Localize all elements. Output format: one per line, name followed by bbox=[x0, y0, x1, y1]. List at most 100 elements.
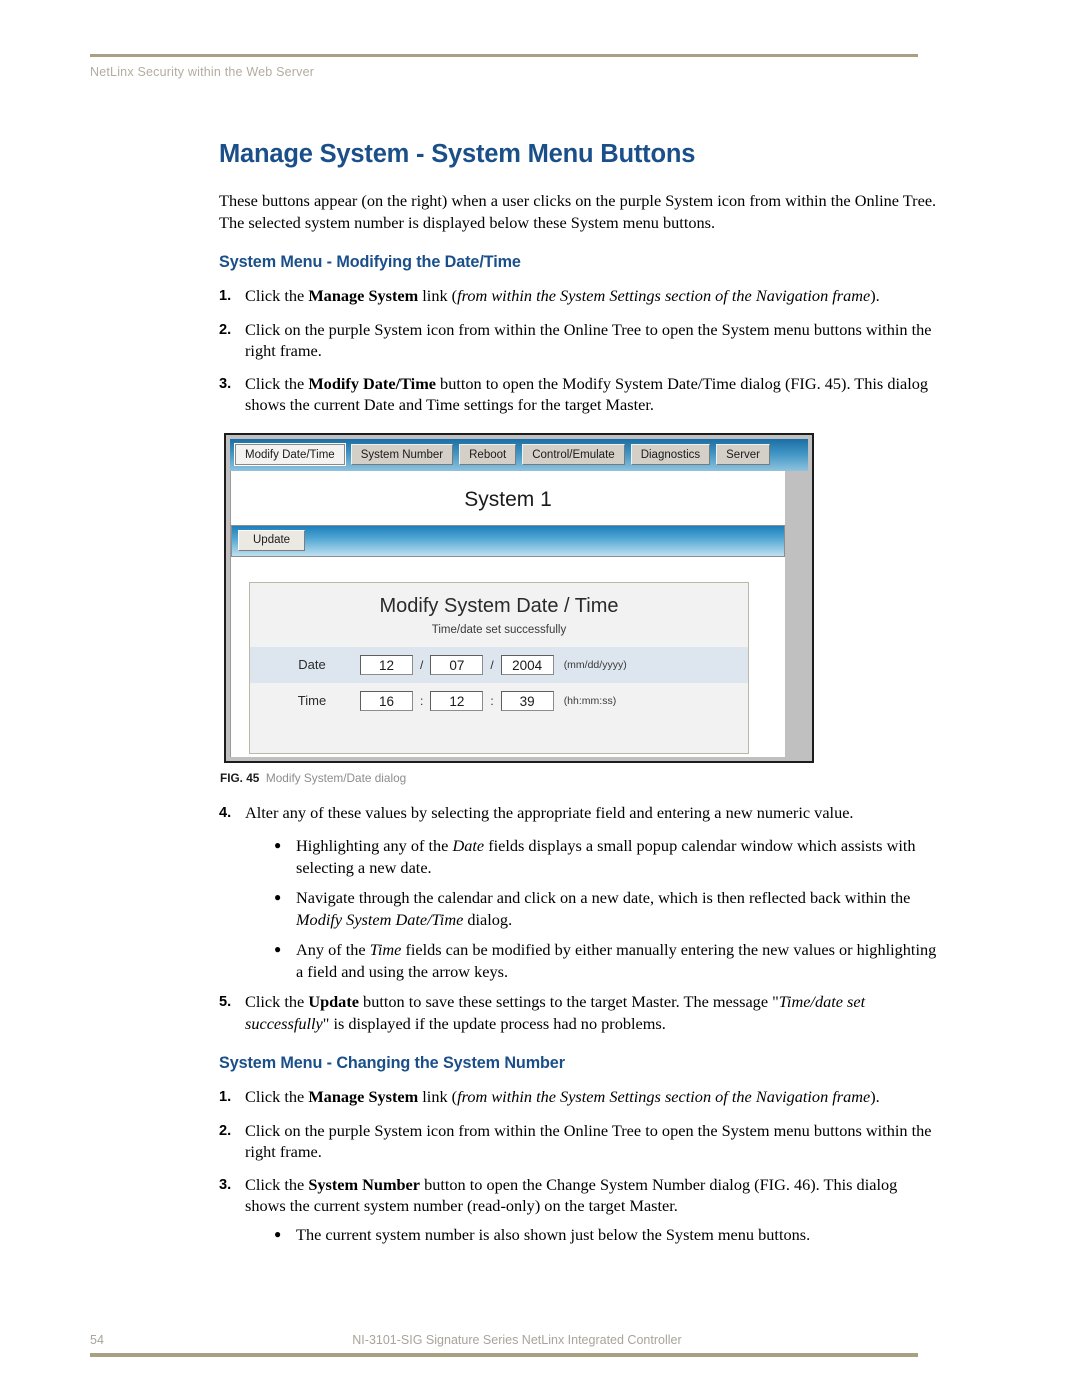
step-number: 2. bbox=[219, 1122, 232, 1139]
step-text-bold: Update bbox=[308, 992, 359, 1011]
step-item: 1. Click the Manage System link (from wi… bbox=[219, 1086, 941, 1109]
date-format-hint: (mm/dd/yyyy) bbox=[563, 658, 627, 671]
step-item: 5. Click the Update button to save these… bbox=[219, 991, 941, 1034]
dialog-status-message: Time/date set successfully bbox=[431, 623, 567, 636]
figure-caption-label: FIG. 45 bbox=[220, 770, 260, 785]
step-text: Click the Manage System link (from withi… bbox=[245, 1086, 941, 1109]
step-text-mid: button to save these settings to the tar… bbox=[358, 992, 779, 1011]
date-month-input[interactable]: 12 bbox=[360, 654, 413, 675]
step-text-before: Click the bbox=[245, 286, 309, 305]
bullet-text-italic: Modify System Date/Time bbox=[296, 909, 464, 929]
step-text: Alter any of these values by selecting t… bbox=[245, 802, 854, 822]
bullet-item: ● The current system number is also show… bbox=[219, 1224, 941, 1246]
step-text: Click the System Number button to open t… bbox=[245, 1174, 941, 1217]
step-text-mid: link ( bbox=[418, 286, 458, 305]
screenshot-frame: Modify Date/Time System Number Reboot Co… bbox=[224, 432, 814, 763]
step-item: 1. Click the Manage System link (from wi… bbox=[219, 285, 941, 308]
bullet-text: The current system number is also shown … bbox=[296, 1224, 811, 1244]
running-head: NetLinx Security within the Web Server bbox=[90, 65, 315, 79]
step-number: 1. bbox=[219, 288, 232, 304]
step-item: 2. Click on the purple System icon from … bbox=[219, 319, 941, 362]
bullet-text-italic: Date bbox=[452, 836, 485, 855]
step-number: 3. bbox=[219, 1176, 232, 1193]
update-button[interactable]: Update bbox=[238, 530, 306, 551]
tab-modify-date-time[interactable]: Modify Date/Time bbox=[235, 444, 345, 465]
bullet-marker: ● bbox=[274, 890, 282, 904]
bullet-text-italic: Time bbox=[369, 940, 402, 959]
step-text-bold: System Number bbox=[308, 1174, 421, 1194]
intro-paragraph: These buttons appear (on the right) when… bbox=[219, 191, 937, 232]
bullet-text-before: Navigate through the calendar and click … bbox=[296, 888, 911, 907]
tab-control-emulate[interactable]: Control/Emulate bbox=[522, 444, 625, 465]
page-header: NetLinx Security within the Web Server bbox=[90, 54, 990, 79]
page-content: Manage System - System Menu Buttons Thes… bbox=[219, 140, 941, 1254]
dialog-spacer bbox=[250, 719, 748, 753]
step-item: 2. Click on the purple System icon from … bbox=[219, 1120, 941, 1163]
figure-caption-text: Modify System/Date dialog bbox=[265, 770, 407, 785]
tab-system-number[interactable]: System Number bbox=[350, 444, 454, 465]
footer-divider bbox=[90, 1353, 918, 1357]
date-day-input[interactable]: 07 bbox=[430, 654, 484, 675]
figure-caption: FIG. 45 Modify System/Date dialog bbox=[220, 771, 941, 785]
bullet-item: ● Navigate through the calendar and clic… bbox=[219, 887, 941, 930]
step-text-bold: Manage System bbox=[308, 1087, 419, 1106]
step-item: 3. Click the System Number button to ope… bbox=[219, 1174, 941, 1217]
footer-row: 54 NI-3101-SIG Signature Series NetLinx … bbox=[90, 1333, 990, 1353]
step-text-italic: from within the System Settings section … bbox=[457, 1087, 871, 1106]
bullet-text: Highlighting any of the Date fields disp… bbox=[296, 835, 941, 878]
bullet-marker: ● bbox=[274, 1226, 282, 1241]
system-menu-tabbar: Modify Date/Time System Number Reboot Co… bbox=[230, 438, 808, 471]
section-heading-system-number: System Menu - Changing the System Number bbox=[219, 1054, 565, 1072]
bullet-text-after: dialog. bbox=[463, 909, 513, 929]
date-label: Date bbox=[298, 657, 326, 672]
date-row: Date 12 / 07 / 2004 (mm/dd/yyyy) bbox=[250, 646, 748, 683]
step-text-after: ). bbox=[870, 1087, 880, 1106]
footer-document-title: NI-3101-SIG Signature Series NetLinx Int… bbox=[352, 1333, 682, 1347]
bullet-text-before: Any of the bbox=[296, 940, 370, 959]
step-number: 1. bbox=[219, 1089, 232, 1105]
step-text-before: Click the bbox=[245, 373, 309, 393]
step-text-bold: Modify Date/Time bbox=[308, 373, 436, 393]
modify-date-time-dialog: Modify System Date / Time Time/date set … bbox=[249, 581, 749, 754]
step-text: Click on the purple System icon from wit… bbox=[245, 319, 932, 361]
page-title: Manage System - System Menu Buttons bbox=[219, 140, 696, 168]
dialog-title: Modify System Date / Time bbox=[379, 594, 619, 617]
time-row: Time 16 : 12 : 39 (hh:mm:ss) bbox=[250, 683, 748, 719]
time-separator: : bbox=[420, 693, 424, 708]
step-text: Click the Update button to save these se… bbox=[245, 991, 941, 1034]
step-number: 5. bbox=[219, 994, 232, 1010]
bullet-text: Navigate through the calendar and click … bbox=[296, 887, 941, 930]
tab-reboot[interactable]: Reboot bbox=[459, 444, 517, 465]
bullet-marker: ● bbox=[274, 838, 282, 852]
action-bar: Update bbox=[231, 524, 785, 557]
bullet-marker: ● bbox=[274, 942, 282, 956]
date-year-input[interactable]: 2004 bbox=[500, 654, 554, 675]
bullet-item: ● Highlighting any of the Date fields di… bbox=[219, 835, 941, 878]
step-text: Click the Modify Date/Time button to ope… bbox=[245, 373, 941, 416]
figure-45: Modify Date/Time System Number Reboot Co… bbox=[220, 432, 941, 785]
step-text-before: Click the bbox=[245, 1174, 309, 1194]
date-separator: / bbox=[490, 657, 494, 672]
step-text-before: Click the bbox=[245, 992, 309, 1011]
tab-diagnostics[interactable]: Diagnostics bbox=[630, 444, 711, 465]
step-item: 4. Alter any of these values by selectin… bbox=[219, 802, 941, 825]
step-text-before: Click the bbox=[245, 1087, 309, 1106]
step-text-after: " is displayed if the update process had… bbox=[322, 1013, 666, 1033]
step-number: 2. bbox=[219, 321, 232, 338]
time-minutes-input[interactable]: 12 bbox=[430, 690, 484, 711]
bullet-text-before: Highlighting any of the bbox=[296, 836, 453, 855]
step-text-mid: link ( bbox=[418, 1087, 458, 1106]
step-text: Click the Manage System link (from withi… bbox=[245, 285, 941, 308]
page-number: 54 bbox=[90, 1333, 104, 1347]
web-page-body: System 1 Update Modify System Date / Tim… bbox=[230, 470, 785, 757]
step-item: 3. Click the Modify Date/Time button to … bbox=[219, 373, 941, 416]
step-text: Click on the purple System icon from wit… bbox=[245, 1120, 932, 1162]
time-seconds-input[interactable]: 39 bbox=[500, 690, 554, 711]
time-format-hint: (hh:mm:ss) bbox=[563, 694, 617, 707]
bullet-text: Any of the Time fields can be modified b… bbox=[296, 939, 941, 982]
date-separator: / bbox=[420, 657, 424, 672]
bullet-item: ● Any of the Time fields can be modified… bbox=[219, 939, 941, 982]
time-hours-input[interactable]: 16 bbox=[360, 690, 413, 711]
step-number: 3. bbox=[219, 375, 232, 392]
tab-server[interactable]: Server bbox=[716, 444, 771, 465]
